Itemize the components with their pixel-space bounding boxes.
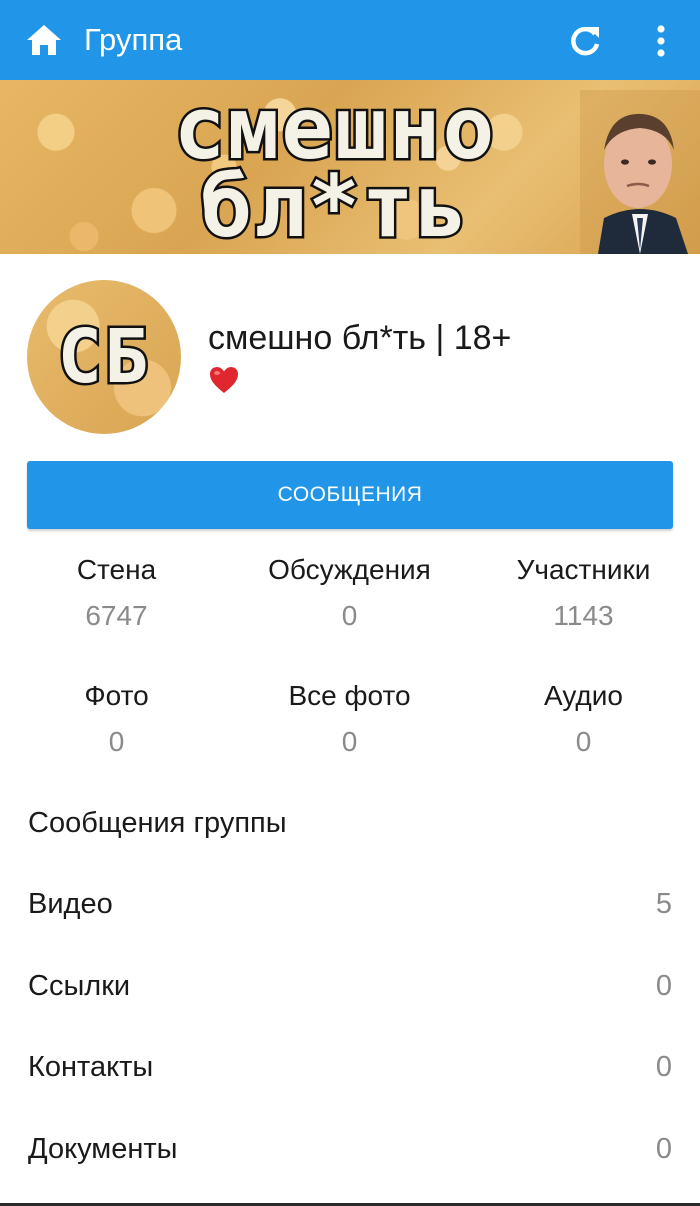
heart-icon (210, 367, 238, 393)
stat-wall[interactable]: Стена 6747 (0, 553, 233, 633)
cover-logo: смешно бл*ть (100, 82, 570, 255)
stat-value: 6747 (85, 600, 148, 631)
list-item-count: 0 (655, 970, 672, 1002)
list-item-links[interactable]: Ссылки 0 (0, 946, 700, 1026)
list-item-label: Сообщения группы (28, 807, 287, 839)
group-avatar[interactable]: СБ (27, 280, 181, 434)
stat-value: 1143 (553, 600, 614, 631)
list-item-label: Видео (28, 888, 113, 920)
messages-button[interactable]: СООБЩЕНИЯ (27, 461, 673, 529)
stat-label: Все фото (288, 680, 411, 711)
stat-value: 0 (575, 726, 592, 757)
page-title: Группа (84, 22, 183, 57)
stat-value: 0 (341, 600, 358, 631)
stat-label: Участники (516, 554, 651, 585)
list-item-group-messages[interactable]: Сообщения группы (0, 783, 700, 863)
stat-value: 0 (341, 726, 358, 757)
stat-members[interactable]: Участники 1143 (467, 553, 700, 633)
stat-photos[interactable]: Фото 0 (0, 679, 233, 759)
stat-discussions[interactable]: Обсуждения 0 (233, 553, 466, 633)
messages-button-label: СООБЩЕНИЯ (277, 483, 423, 506)
stat-label: Аудио (544, 680, 623, 711)
cover-person-photo (580, 90, 700, 254)
cover-line-2: бл*ть (198, 157, 470, 255)
home-button[interactable] (24, 20, 64, 60)
app-bar: Группа (0, 0, 700, 80)
list-item-documents[interactable]: Документы 0 (0, 1109, 700, 1189)
list-item-label: Ссылки (28, 970, 131, 1002)
group-name: смешно бл*ть | 18+ (208, 319, 512, 357)
more-vert-icon (657, 25, 665, 57)
cover-image: смешно бл*ть (0, 80, 700, 254)
list-item-video[interactable]: Видео 5 (0, 864, 700, 944)
avatar-logo-text: СБ (55, 312, 151, 403)
stat-label: Фото (84, 680, 149, 711)
more-options-button[interactable] (642, 20, 680, 62)
stat-label: Стена (76, 554, 157, 585)
list-item-label: Контакты (28, 1051, 154, 1083)
list-item-count: 5 (655, 888, 672, 920)
home-icon (27, 25, 61, 55)
list-item-count: 0 (655, 1133, 672, 1165)
stat-label: Обсуждения (268, 554, 431, 585)
stat-audio[interactable]: Аудио 0 (467, 679, 700, 759)
list-item-contacts[interactable]: Контакты 0 (0, 1027, 700, 1107)
list-item-label: Документы (28, 1133, 178, 1165)
stat-value: 0 (108, 726, 125, 757)
list-item-count: 0 (655, 1051, 672, 1083)
refresh-button[interactable] (564, 20, 606, 62)
stat-all-photos[interactable]: Все фото 0 (233, 679, 466, 759)
refresh-icon (571, 26, 600, 56)
